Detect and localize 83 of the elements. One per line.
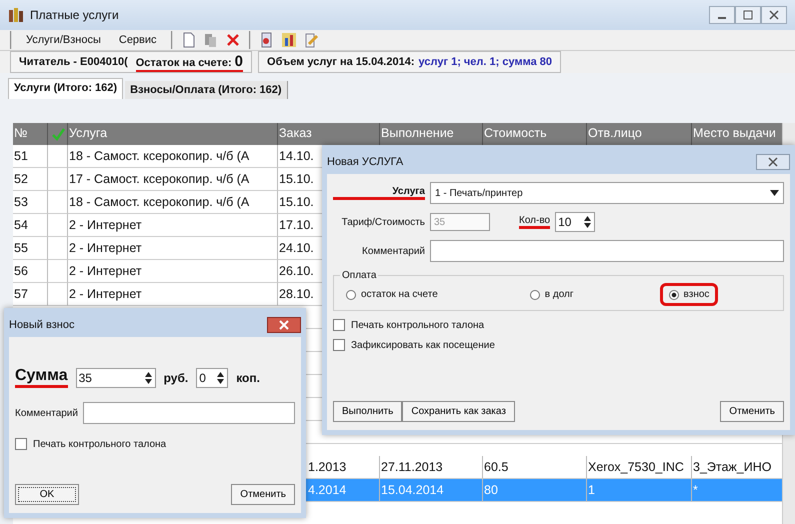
table-cell: 17 - Самост. ксерокопир. ч/б (А: [68, 168, 278, 191]
table-cell: 2 - Интернет: [68, 260, 278, 283]
checkbox-label[interactable]: Печать контрольного талона: [351, 320, 484, 330]
column-header[interactable]: №: [13, 123, 48, 145]
comment-field[interactable]: [430, 240, 784, 262]
service-label: Услуга: [333, 186, 425, 200]
kopecks-unit: коп.: [236, 370, 260, 384]
table-cell: 55: [13, 237, 48, 260]
table-cell: [48, 237, 68, 260]
spin-arrows-icon[interactable]: [583, 215, 592, 229]
table-cell: [48, 214, 68, 237]
table-cell: 52: [13, 168, 48, 191]
radio-button[interactable]: [530, 290, 540, 300]
kopecks-spinner[interactable]: 0: [196, 368, 228, 388]
radio-option[interactable]: в долг: [524, 286, 580, 303]
tab[interactable]: Взносы/Оплата (Итого: 162): [125, 81, 288, 99]
service-dropdown[interactable]: 1 - Печать/принтер: [430, 182, 784, 204]
table-cell: [48, 168, 68, 191]
checkbox[interactable]: [333, 319, 345, 331]
checkbox-label[interactable]: Зафиксировать как посещение: [351, 340, 495, 350]
table-cell: [48, 191, 68, 214]
pencil-document-icon[interactable]: [302, 32, 319, 48]
table-cell: 80: [483, 479, 587, 502]
close-button[interactable]: [761, 6, 787, 24]
chart-icon[interactable]: [280, 32, 297, 48]
table-cell: 56: [13, 260, 48, 283]
close-icon: [769, 10, 779, 20]
delete-icon[interactable]: [224, 32, 241, 48]
dialog-button[interactable]: Сохранить как заказ: [402, 401, 515, 422]
reader-label: Читатель - E004010(: [19, 56, 128, 68]
quantity-spinner[interactable]: 10: [555, 212, 596, 232]
rubles-spinner[interactable]: 35: [76, 368, 156, 388]
checkbox[interactable]: [333, 339, 345, 351]
close-icon: [768, 157, 778, 167]
rubles-unit: руб.: [164, 370, 188, 384]
menu-item[interactable]: Сервис: [118, 34, 157, 46]
radio-button[interactable]: [668, 290, 679, 300]
close-button[interactable]: [756, 154, 790, 170]
dialog-button[interactable]: Отменить: [720, 401, 784, 422]
table-cell: 51: [13, 145, 48, 168]
caret-icon: [770, 190, 779, 196]
payment-group-label: Оплата: [341, 270, 378, 281]
close-icon: [279, 320, 289, 330]
books-icon: [8, 7, 24, 23]
checkmark-icon: [50, 127, 64, 141]
table-cell: 54: [13, 214, 48, 237]
balance-label: Остаток на счете: 0: [136, 52, 244, 72]
dialog-button[interactable]: Отменить: [231, 484, 295, 505]
dialog-button[interactable]: OK: [15, 484, 79, 505]
minimize-button[interactable]: [709, 6, 735, 24]
tab[interactable]: Услуги (Итого: 162): [8, 78, 124, 99]
radio-button[interactable]: [346, 290, 356, 300]
maximize-button[interactable]: [735, 6, 761, 24]
dialog-button[interactable]: Выполнить: [333, 401, 402, 422]
radio-option[interactable]: взнос: [660, 283, 718, 306]
table-cell: 15.04.2014: [380, 479, 483, 502]
minimize-icon: [718, 17, 726, 19]
quantity-label: Кол-во: [519, 215, 550, 229]
close-button[interactable]: [267, 317, 301, 333]
column-header[interactable]: Услуга: [68, 123, 278, 145]
table-cell: 18 - Самост. ксерокопир. ч/б (А: [68, 145, 278, 168]
window-title: Платные услуги: [30, 8, 119, 22]
copy-document-icon[interactable]: [202, 32, 219, 48]
checkbox[interactable]: [15, 438, 27, 450]
menu-item[interactable]: Услуги/Взносы: [26, 34, 101, 46]
table-cell: 18 - Самост. ксерокопир. ч/б (А: [68, 191, 278, 214]
table-cell: 2 - Интернет: [68, 237, 278, 260]
spin-arrows-icon[interactable]: [216, 370, 226, 384]
checkbox-label[interactable]: Печать контрольного талона: [33, 438, 166, 450]
comment-label: Комментарий: [15, 408, 78, 418]
table-cell: 1: [587, 479, 692, 502]
new-document-icon[interactable]: [180, 32, 197, 48]
table-cell: [48, 260, 68, 283]
table-cell: 2 - Интернет: [68, 214, 278, 237]
table-cell: [48, 145, 68, 168]
comment-field[interactable]: [82, 402, 295, 424]
amount-label: Сумма: [15, 367, 68, 388]
dialog-title: Новый взнос: [9, 319, 74, 331]
maximize-icon: [743, 10, 753, 20]
table-cell: 53: [13, 191, 48, 214]
summary-value: услуг 1; чел. 1; сумма 80: [418, 56, 552, 68]
spin-arrows-icon[interactable]: [144, 370, 153, 384]
summary-label: Объем услуг на 15.04.2014:: [267, 56, 415, 68]
